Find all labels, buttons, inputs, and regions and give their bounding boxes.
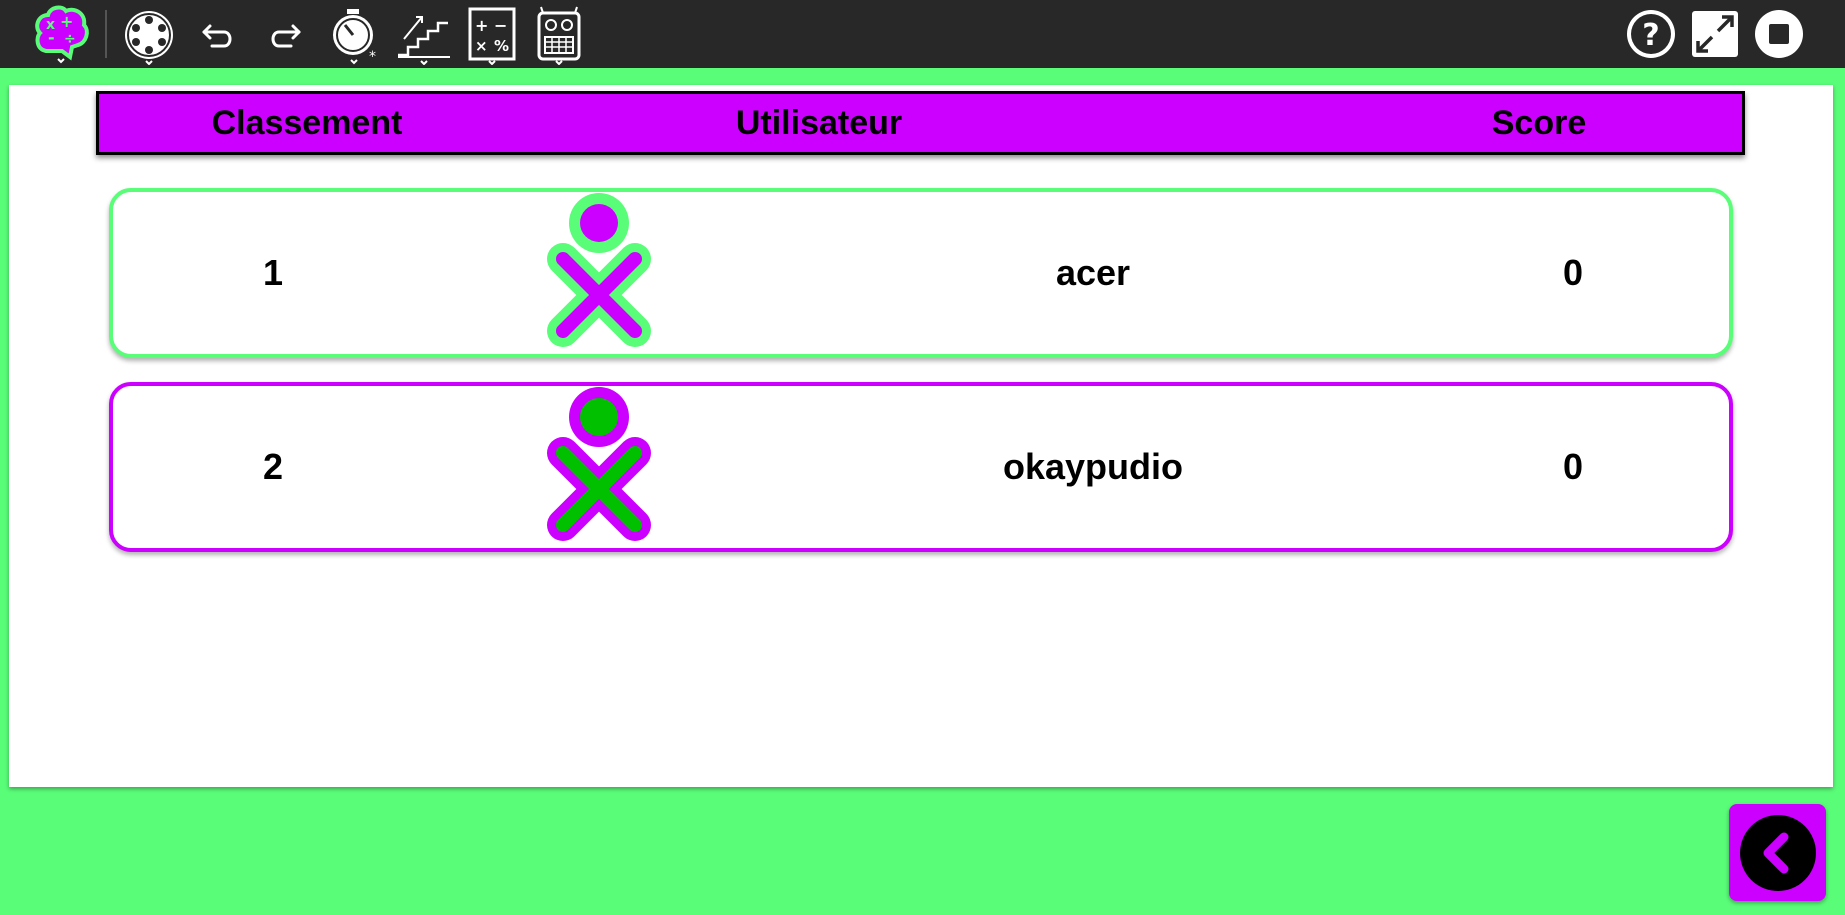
table-row: 1 acer 0 bbox=[109, 188, 1733, 358]
level-icon bbox=[398, 16, 450, 65]
redo-icon bbox=[271, 24, 301, 48]
row-rank: 2 bbox=[262, 446, 284, 487]
row-rank: 1 bbox=[262, 252, 284, 293]
svg-text:÷: ÷ bbox=[64, 31, 76, 47]
xo-avatar-icon bbox=[547, 387, 651, 541]
toolbar: x + - ÷ * + − × % ? bbox=[0, 0, 1845, 68]
undo-button[interactable] bbox=[185, 0, 251, 68]
leaderboard-panel: Classement Utilisateur Score 1 acer 0 2 … bbox=[9, 85, 1833, 787]
timer-button[interactable]: * bbox=[322, 0, 388, 68]
xo-avatar-icon bbox=[547, 193, 651, 347]
svg-text:?: ? bbox=[1642, 18, 1659, 53]
network-icon bbox=[125, 11, 173, 65]
operations-button[interactable]: + − × % bbox=[459, 0, 525, 68]
svg-text:*: * bbox=[369, 49, 376, 65]
redo-button[interactable] bbox=[252, 0, 318, 68]
activity-button[interactable]: x + - ÷ bbox=[28, 0, 94, 68]
table-row: 2 okaypudio 0 bbox=[109, 382, 1733, 552]
help-button[interactable]: ? bbox=[1618, 0, 1684, 68]
back-button[interactable] bbox=[1729, 804, 1826, 901]
fullscreen-icon bbox=[1692, 11, 1738, 57]
header-score: Score bbox=[1491, 104, 1587, 142]
svg-text:-: - bbox=[48, 28, 55, 47]
chevron-left-icon bbox=[1739, 814, 1816, 891]
network-button[interactable] bbox=[116, 0, 182, 68]
leaderboard-header: Classement Utilisateur Score bbox=[96, 91, 1745, 155]
header-user: Utilisateur bbox=[735, 104, 903, 142]
timer-icon: * bbox=[333, 9, 376, 65]
svg-text:+: + bbox=[60, 12, 73, 31]
robot-icon bbox=[537, 6, 581, 65]
help-icon: ? bbox=[1627, 10, 1675, 58]
operations-icon: + − × % bbox=[468, 7, 516, 65]
row-username: acer bbox=[1055, 252, 1131, 293]
undo-icon bbox=[202, 24, 232, 48]
svg-text:+: + bbox=[475, 16, 488, 35]
svg-text:−: − bbox=[494, 16, 507, 35]
robot-button[interactable] bbox=[526, 0, 592, 68]
stop-button[interactable] bbox=[1746, 0, 1812, 68]
row-username: okaypudio bbox=[1002, 446, 1184, 487]
row-score: 0 bbox=[1562, 252, 1584, 293]
stop-icon bbox=[1755, 10, 1803, 58]
toolbar-separator bbox=[105, 10, 107, 58]
fullscreen-button[interactable] bbox=[1682, 0, 1748, 68]
activity-icon: x + - ÷ bbox=[35, 5, 89, 64]
level-button[interactable] bbox=[391, 0, 457, 68]
svg-text:×: × bbox=[475, 37, 488, 55]
row-score: 0 bbox=[1562, 446, 1584, 487]
header-rank: Classement bbox=[211, 104, 403, 142]
svg-text:%: % bbox=[494, 37, 509, 55]
